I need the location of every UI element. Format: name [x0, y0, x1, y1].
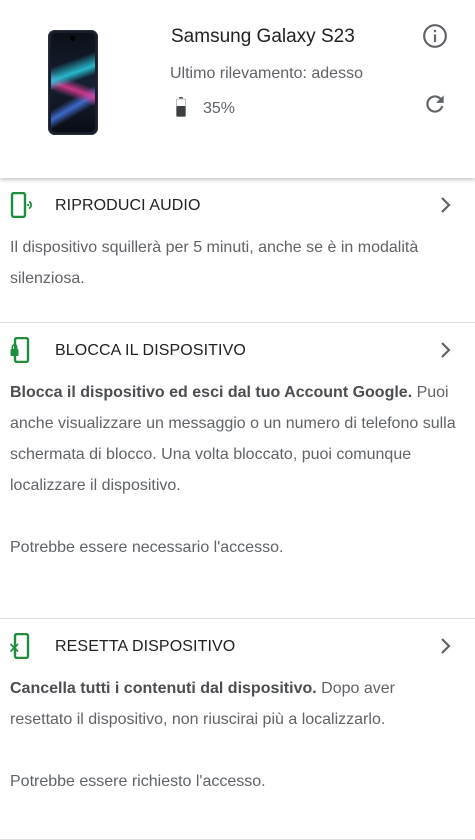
refresh-icon	[426, 95, 444, 113]
device-header: Samsung Galaxy S23 Ultimo rilevamento: a…	[0, 0, 475, 178]
phone-erase-icon	[10, 633, 30, 659]
erase-device-description: Cancella tutti i contenuti dal dispositi…	[0, 673, 475, 797]
info-icon	[423, 24, 447, 48]
erase-device-section: RESETTA DISPOSITIVO Cancella tutti i con…	[0, 619, 475, 840]
refresh-button[interactable]	[420, 89, 450, 119]
erase-device-bold-text: Cancella tutti i contenuti dal dispositi…	[10, 680, 317, 697]
battery-level: 35%	[203, 100, 236, 117]
chevron-right-icon	[441, 197, 451, 213]
play-sound-description: Il dispositivo squillerà per 5 minuti, a…	[0, 232, 475, 294]
erase-device-note: Potrebbe essere richiesto l'accesso.	[10, 773, 266, 790]
battery-icon	[176, 97, 186, 117]
play-sound-action[interactable]: RIPRODUCI AUDIO	[0, 178, 475, 232]
erase-device-action[interactable]: RESETTA DISPOSITIVO	[0, 619, 475, 673]
lock-device-description: Blocca il dispositivo ed esci dal tuo Ac…	[0, 377, 475, 563]
last-seen-status: Ultimo rilevamento: adesso	[170, 65, 363, 82]
erase-device-text: Cancella tutti i contenuti dal dispositi…	[10, 673, 461, 735]
play-sound-text: Il dispositivo squillerà per 5 minuti, a…	[10, 239, 419, 287]
chevron-right-icon	[441, 342, 451, 358]
play-sound-title: RIPRODUCI AUDIO	[55, 197, 201, 214]
device-image	[48, 30, 98, 135]
lock-device-text: Blocca il dispositivo ed esci dal tuo Ac…	[10, 377, 461, 501]
lock-device-title: BLOCCA IL DISPOSITIVO	[55, 342, 246, 359]
lock-device-bold-text: Blocca il dispositivo ed esci dal tuo Ac…	[10, 384, 413, 401]
device-name: Samsung Galaxy S23	[171, 26, 355, 47]
info-button[interactable]	[420, 21, 450, 51]
lock-device-action[interactable]: BLOCCA IL DISPOSITIVO	[0, 323, 475, 377]
erase-device-title: RESETTA DISPOSITIVO	[55, 638, 236, 655]
chevron-right-icon	[441, 638, 451, 654]
play-sound-section: RIPRODUCI AUDIO Il dispositivo squillerà…	[0, 178, 475, 323]
phone-ring-icon	[10, 192, 32, 218]
lock-device-section: BLOCCA IL DISPOSITIVO Blocca il disposit…	[0, 323, 475, 619]
phone-lock-icon	[10, 337, 30, 363]
lock-device-note: Potrebbe essere necessario l'accesso.	[10, 539, 284, 556]
